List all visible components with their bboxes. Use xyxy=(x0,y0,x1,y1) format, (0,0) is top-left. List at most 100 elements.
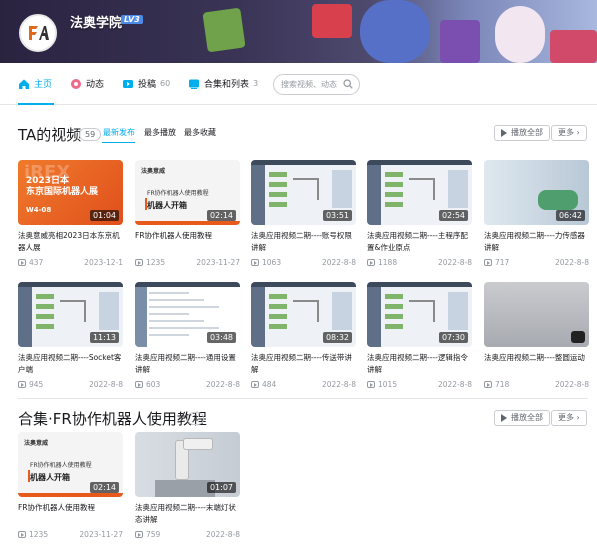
software-button xyxy=(269,294,287,299)
video-thumbnail[interactable]: 03:51 xyxy=(251,160,356,225)
play-all-label: 播放全部 xyxy=(511,128,543,137)
video-card[interactable]: 03:51 法奥应用视频二期----账号权限讲解 1063 2022-8-8 xyxy=(251,160,356,267)
thumb-logo: 法奥意威 xyxy=(141,168,166,175)
video-title[interactable]: FR协作机器人使用教程 xyxy=(18,502,123,526)
collection-title: 合集·FR协作机器人使用教程 xyxy=(18,410,207,428)
video-title[interactable]: 法奥应用视频二期----力传感器讲解 xyxy=(484,230,589,254)
video-card[interactable]: 02:54 法奥应用视频二期----主程序配置&作业原点 1188 2022-8-8 xyxy=(367,160,472,267)
play-count-icon xyxy=(18,259,26,266)
videos-section-title: TA的视频 xyxy=(18,126,82,144)
upload-date: 2022-8-8 xyxy=(554,258,589,267)
video-thumbnail[interactable]: 01:07 xyxy=(135,432,240,497)
video-thumbnail[interactable]: 法奥意威 FR协作机器人使用教程 机器人开箱 02:14 xyxy=(18,432,123,497)
video-duration: 02:54 xyxy=(438,210,468,221)
video-title[interactable]: FR协作机器人使用教程 xyxy=(135,230,240,254)
play-icon xyxy=(501,129,507,137)
video-meta: 1015 2022-8-8 xyxy=(367,380,472,389)
player-logo-icon xyxy=(571,331,585,343)
active-tab-indicator xyxy=(18,103,54,105)
play-count-icon xyxy=(484,259,492,266)
robot-arm-preview xyxy=(409,300,435,322)
video-card[interactable]: iREX 2023日本 东京国际机器人展 W4-08 01:04 法奥意威亮相2023日本… xyxy=(18,160,123,267)
sort-most-favorited[interactable]: 最多收藏 xyxy=(184,127,216,138)
video-thumbnail[interactable] xyxy=(484,282,589,347)
video-thumbnail[interactable]: 11:13 xyxy=(18,282,123,347)
play-count: 1015 xyxy=(367,380,397,389)
more-button[interactable]: 更多 › xyxy=(551,125,587,141)
video-title[interactable]: 法奥应用视频二期----末端灯状态讲解 xyxy=(135,502,240,526)
upload-date: 2023-11-27 xyxy=(79,530,123,539)
avatar[interactable] xyxy=(19,14,57,52)
play-count: 603 xyxy=(135,380,160,389)
sort-most-played[interactable]: 最多播放 xyxy=(144,127,176,138)
thumb-caption: FR协作机器人使用教程 xyxy=(147,190,209,197)
sort-newest[interactable]: 最新发布 xyxy=(103,127,135,138)
play-count: 437 xyxy=(18,258,43,267)
search-placeholder: 搜索视频、动态 xyxy=(281,80,337,89)
fa-logo-icon xyxy=(29,26,49,40)
software-toolbar xyxy=(367,282,472,287)
video-card[interactable]: 法奥意威 FR协作机器人使用教程 机器人开箱 02:14 FR协作机器人使用教程 1235… xyxy=(18,432,123,539)
play-count-icon xyxy=(135,381,143,388)
play-count: 945 xyxy=(18,380,43,389)
software-button xyxy=(269,314,287,319)
tab-collections-label: 合集和列表 xyxy=(204,80,250,90)
video-meta: 603 2022-8-8 xyxy=(135,380,240,389)
gift-box-decoration xyxy=(312,4,352,38)
thumb-caption-bold: 机器人开箱 xyxy=(30,473,70,482)
tab-uploads[interactable]: 投稿 60 xyxy=(122,77,170,90)
collection-more-button[interactable]: 更多 › xyxy=(551,410,587,426)
video-title[interactable]: 法奥应用视频二期----Socket客户端 xyxy=(18,352,123,376)
play-count-value: 945 xyxy=(29,380,44,389)
search-input[interactable]: 搜索视频、动态 xyxy=(273,74,360,95)
play-count-icon xyxy=(251,381,259,388)
video-thumbnail[interactable]: 法奥意威 FR协作机器人使用教程 机器人开箱 02:14 xyxy=(135,160,240,225)
video-card[interactable]: 01:07 法奥应用视频二期----末端灯状态讲解 759 2022-8-8 xyxy=(135,432,240,539)
video-thumbnail[interactable]: 08:32 xyxy=(251,282,356,347)
video-title[interactable]: 法奥应用视频二期----主程序配置&作业原点 xyxy=(367,230,472,254)
video-card[interactable]: 07:30 法奥应用视频二期----逻辑指令讲解 1015 2022-8-8 xyxy=(367,282,472,389)
video-meta: 717 2022-8-8 xyxy=(484,258,589,267)
tab-home[interactable]: 主页 xyxy=(18,77,52,90)
search-icon[interactable] xyxy=(343,79,353,89)
play-count-value: 1235 xyxy=(29,530,49,539)
video-title[interactable]: 法奥应用视频二期----传送带讲解 xyxy=(251,352,356,376)
tab-collections[interactable]: 合集和列表 3 xyxy=(188,77,258,90)
play-count-icon xyxy=(18,381,26,388)
collection-play-all-button[interactable]: 播放全部 xyxy=(494,410,550,426)
tab-dynamic[interactable]: 动态 xyxy=(70,77,104,90)
video-title[interactable]: 法奥应用视频二期----逻辑指令讲解 xyxy=(367,352,472,376)
video-card[interactable]: 11:13 法奥应用视频二期----Socket客户端 945 2022-8-8 xyxy=(18,282,123,389)
video-thumbnail[interactable]: iREX 2023日本 东京国际机器人展 W4-08 01:04 xyxy=(18,160,123,225)
video-title[interactable]: 法奥应用视频二期----账号权限讲解 xyxy=(251,230,356,254)
play-count: 717 xyxy=(484,258,509,267)
play-count-icon xyxy=(367,259,375,266)
video-card[interactable]: 06:42 法奥应用视频二期----力传感器讲解 717 2022-8-8 xyxy=(484,160,589,267)
video-title[interactable]: 法奥应用视频二期----通用设置讲解 xyxy=(135,352,240,376)
video-thumbnail[interactable]: 06:42 xyxy=(484,160,589,225)
video-title[interactable]: 法奥意威亮相2023日本东京机器人展 xyxy=(18,230,123,254)
settings-row xyxy=(149,292,189,294)
video-meta: 484 2022-8-8 xyxy=(251,380,356,389)
play-count-icon xyxy=(135,259,143,266)
video-thumbnail[interactable]: 02:54 xyxy=(367,160,472,225)
upload-date: 2022-8-8 xyxy=(437,258,472,267)
play-count-value: 718 xyxy=(495,380,510,389)
video-card[interactable]: 03:48 法奥应用视频二期----通用设置讲解 603 2022-8-8 xyxy=(135,282,240,389)
play-count-icon xyxy=(135,531,143,538)
robot-arm-preview xyxy=(293,178,319,200)
video-thumbnail[interactable]: 03:48 xyxy=(135,282,240,347)
video-card[interactable]: 法奥应用视频二期----整圆运动 718 2022-8-8 xyxy=(484,282,589,389)
level-badge: LV3 xyxy=(121,15,143,24)
gift-box-decoration xyxy=(202,7,246,53)
robot-joint xyxy=(183,438,213,450)
video-card[interactable]: 08:32 法奥应用视频二期----传送带讲解 484 2022-8-8 xyxy=(251,282,356,389)
video-card[interactable]: 法奥意威 FR协作机器人使用教程 机器人开箱 02:14 FR协作机器人使用教程 1235… xyxy=(135,160,240,267)
software-button xyxy=(269,172,287,177)
play-count-value: 1015 xyxy=(378,380,398,389)
play-count-value: 437 xyxy=(29,258,44,267)
play-all-button[interactable]: 播放全部 xyxy=(494,125,550,141)
video-thumbnail[interactable]: 07:30 xyxy=(367,282,472,347)
flower-icon xyxy=(71,78,81,89)
video-title[interactable]: 法奥应用视频二期----整圆运动 xyxy=(484,352,589,376)
